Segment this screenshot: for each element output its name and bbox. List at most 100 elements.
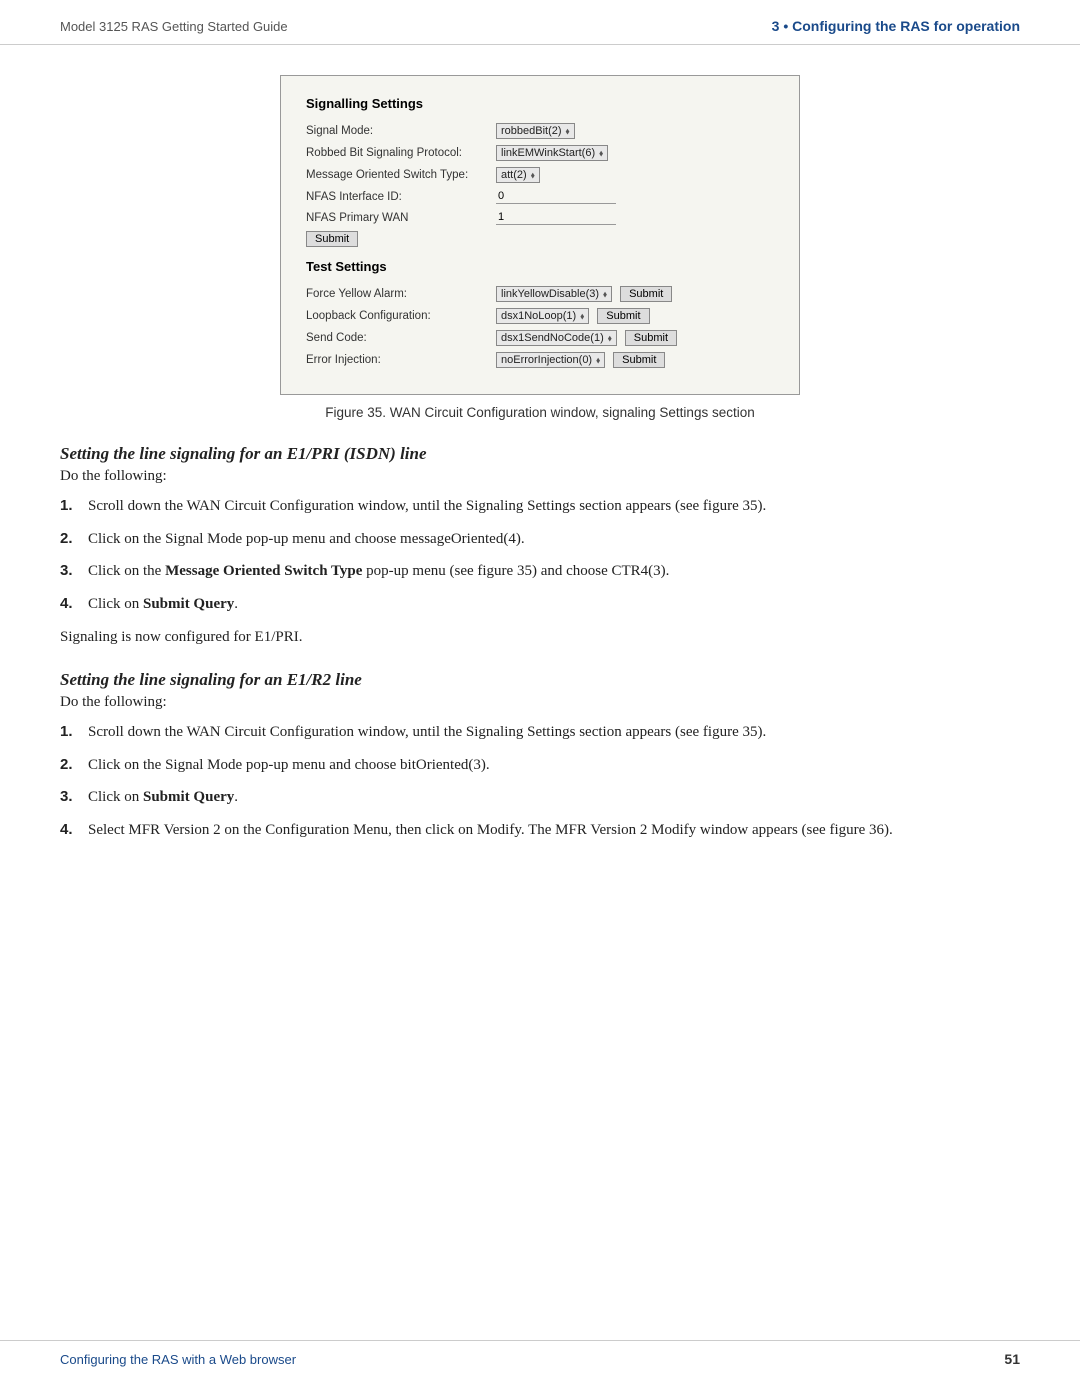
nfas-interface-label: NFAS Interface ID: (306, 191, 496, 203)
force-yellow-label: Force Yellow Alarm: (306, 288, 496, 300)
robbed-bit-select[interactable]: linkEMWinkStart(6) ⬧ (496, 145, 608, 161)
form-row-signal-mode: Signal Mode: robbedBit(2) ⬧ (306, 123, 774, 139)
step-text: Click on Submit Query. (88, 593, 1020, 616)
main-content: Signalling Settings Signal Mode: robbedB… (0, 75, 1080, 915)
step-num: 1. (60, 495, 88, 518)
step-num: 3. (60, 560, 88, 583)
figure-caption: Figure 35. WAN Circuit Configuration win… (325, 405, 754, 420)
section1-step-1: 1. Scroll down the WAN Circuit Configura… (60, 495, 1020, 518)
message-oriented-arrow: ⬧ (531, 170, 535, 181)
footer-right: 51 (1004, 1351, 1020, 1367)
figure-container: Signalling Settings Signal Mode: robbedB… (60, 75, 1020, 420)
form-row-nfas-interface: NFAS Interface ID: (306, 189, 774, 204)
send-code-label: Send Code: (306, 332, 496, 344)
step-text: Select MFR Version 2 on the Configuratio… (88, 819, 1020, 842)
send-code-arrow: ⬧ (608, 333, 612, 344)
step-num: 3. (60, 786, 88, 809)
section2-steps: 1. Scroll down the WAN Circuit Configura… (60, 721, 1020, 841)
section2-heading: Setting the line signaling for an E1/R2 … (60, 670, 1020, 690)
footer-left: Configuring the RAS with a Web browser (60, 1352, 296, 1367)
section2-step-2: 2. Click on the Signal Mode pop-up menu … (60, 754, 1020, 777)
section1-steps: 1. Scroll down the WAN Circuit Configura… (60, 495, 1020, 615)
error-injection-submit[interactable]: Submit (613, 352, 665, 368)
section1-do-following: Do the following: (60, 468, 1020, 485)
section2-step-4: 4. Select MFR Version 2 on the Configura… (60, 819, 1020, 842)
robbed-bit-label: Robbed Bit Signaling Protocol: (306, 147, 496, 159)
step-text: Scroll down the WAN Circuit Configuratio… (88, 721, 1020, 744)
nfas-primary-control (496, 210, 616, 225)
step-text: Click on Submit Query. (88, 786, 1020, 809)
signal-mode-arrow: ⬧ (566, 126, 570, 137)
form-row-error-injection: Error Injection: noErrorInjection(0) ⬧ S… (306, 352, 774, 368)
signal-mode-select[interactable]: robbedBit(2) ⬧ (496, 123, 575, 139)
step-text: Click on the Message Oriented Switch Typ… (88, 560, 1020, 583)
loopback-select[interactable]: dsx1NoLoop(1) ⬧ (496, 308, 589, 324)
force-yellow-control: linkYellowDisable(3) ⬧ Submit (496, 286, 672, 302)
send-code-submit[interactable]: Submit (625, 330, 677, 346)
step-text: Scroll down the WAN Circuit Configuratio… (88, 495, 1020, 518)
force-yellow-select[interactable]: linkYellowDisable(3) ⬧ (496, 286, 612, 302)
loopback-label: Loopback Configuration: (306, 310, 496, 322)
section1-step-4: 4. Click on Submit Query. (60, 593, 1020, 616)
section2-do-following: Do the following: (60, 694, 1020, 711)
form-row-robbed-bit: Robbed Bit Signaling Protocol: linkEMWin… (306, 145, 774, 161)
signal-mode-value: robbedBit(2) (501, 125, 562, 137)
step-num: 2. (60, 754, 88, 777)
step-num: 4. (60, 593, 88, 616)
error-injection-value: noErrorInjection(0) (501, 354, 592, 366)
force-yellow-arrow: ⬧ (603, 289, 607, 300)
section1-heading: Setting the line signaling for an E1/PRI… (60, 444, 1020, 464)
error-injection-arrow: ⬧ (596, 355, 600, 366)
form-row-loopback: Loopback Configuration: dsx1NoLoop(1) ⬧ … (306, 308, 774, 324)
step-num: 4. (60, 819, 88, 842)
signalling-submit-row: Submit (306, 231, 774, 247)
send-code-select[interactable]: dsx1SendNoCode(1) ⬧ (496, 330, 617, 346)
step-num: 2. (60, 528, 88, 551)
signal-mode-control: robbedBit(2) ⬧ (496, 123, 575, 139)
page-container: Model 3125 RAS Getting Started Guide 3 •… (0, 0, 1080, 1397)
signal-mode-label: Signal Mode: (306, 125, 496, 137)
loopback-value: dsx1NoLoop(1) (501, 310, 576, 322)
page-footer: Configuring the RAS with a Web browser 5… (0, 1340, 1080, 1377)
step-num: 1. (60, 721, 88, 744)
signalling-settings-title: Signalling Settings (306, 96, 774, 111)
step-text: Click on the Signal Mode pop-up menu and… (88, 754, 1020, 777)
message-oriented-value: att(2) (501, 169, 527, 181)
message-oriented-label: Message Oriented Switch Type: (306, 169, 496, 181)
nfas-interface-control (496, 189, 616, 204)
section2-step-3: 3. Click on Submit Query. (60, 786, 1020, 809)
signaling-note: Signaling is now configured for E1/PRI. (60, 629, 1020, 646)
send-code-value: dsx1SendNoCode(1) (501, 332, 604, 344)
message-oriented-control: att(2) ⬧ (496, 167, 540, 183)
loopback-arrow: ⬧ (580, 311, 584, 322)
robbed-bit-arrow: ⬧ (599, 148, 603, 159)
section1-step-3: 3. Click on the Message Oriented Switch … (60, 560, 1020, 583)
loopback-submit[interactable]: Submit (597, 308, 649, 324)
section1-step-2: 2. Click on the Signal Mode pop-up menu … (60, 528, 1020, 551)
error-injection-select[interactable]: noErrorInjection(0) ⬧ (496, 352, 605, 368)
form-row-send-code: Send Code: dsx1SendNoCode(1) ⬧ Submit (306, 330, 774, 346)
robbed-bit-control: linkEMWinkStart(6) ⬧ (496, 145, 608, 161)
robbed-bit-value: linkEMWinkStart(6) (501, 147, 595, 159)
signalling-submit-button[interactable]: Submit (306, 231, 358, 247)
form-row-message-oriented: Message Oriented Switch Type: att(2) ⬧ (306, 167, 774, 183)
force-yellow-submit[interactable]: Submit (620, 286, 672, 302)
message-oriented-select[interactable]: att(2) ⬧ (496, 167, 540, 183)
nfas-primary-label: NFAS Primary WAN (306, 212, 496, 224)
test-settings-title: Test Settings (306, 259, 774, 274)
loopback-control: dsx1NoLoop(1) ⬧ Submit (496, 308, 650, 324)
send-code-control: dsx1SendNoCode(1) ⬧ Submit (496, 330, 677, 346)
header-right: 3 • Configuring the RAS for operation (772, 18, 1020, 34)
header-left: Model 3125 RAS Getting Started Guide (60, 19, 288, 34)
section2-step-1: 1. Scroll down the WAN Circuit Configura… (60, 721, 1020, 744)
page-header: Model 3125 RAS Getting Started Guide 3 •… (0, 0, 1080, 45)
form-row-force-yellow: Force Yellow Alarm: linkYellowDisable(3)… (306, 286, 774, 302)
nfas-interface-input[interactable] (496, 189, 616, 204)
screenshot-box: Signalling Settings Signal Mode: robbedB… (280, 75, 800, 395)
form-row-nfas-primary: NFAS Primary WAN (306, 210, 774, 225)
nfas-primary-input[interactable] (496, 210, 616, 225)
error-injection-label: Error Injection: (306, 354, 496, 366)
step-text: Click on the Signal Mode pop-up menu and… (88, 528, 1020, 551)
force-yellow-value: linkYellowDisable(3) (501, 288, 599, 300)
error-injection-control: noErrorInjection(0) ⬧ Submit (496, 352, 665, 368)
